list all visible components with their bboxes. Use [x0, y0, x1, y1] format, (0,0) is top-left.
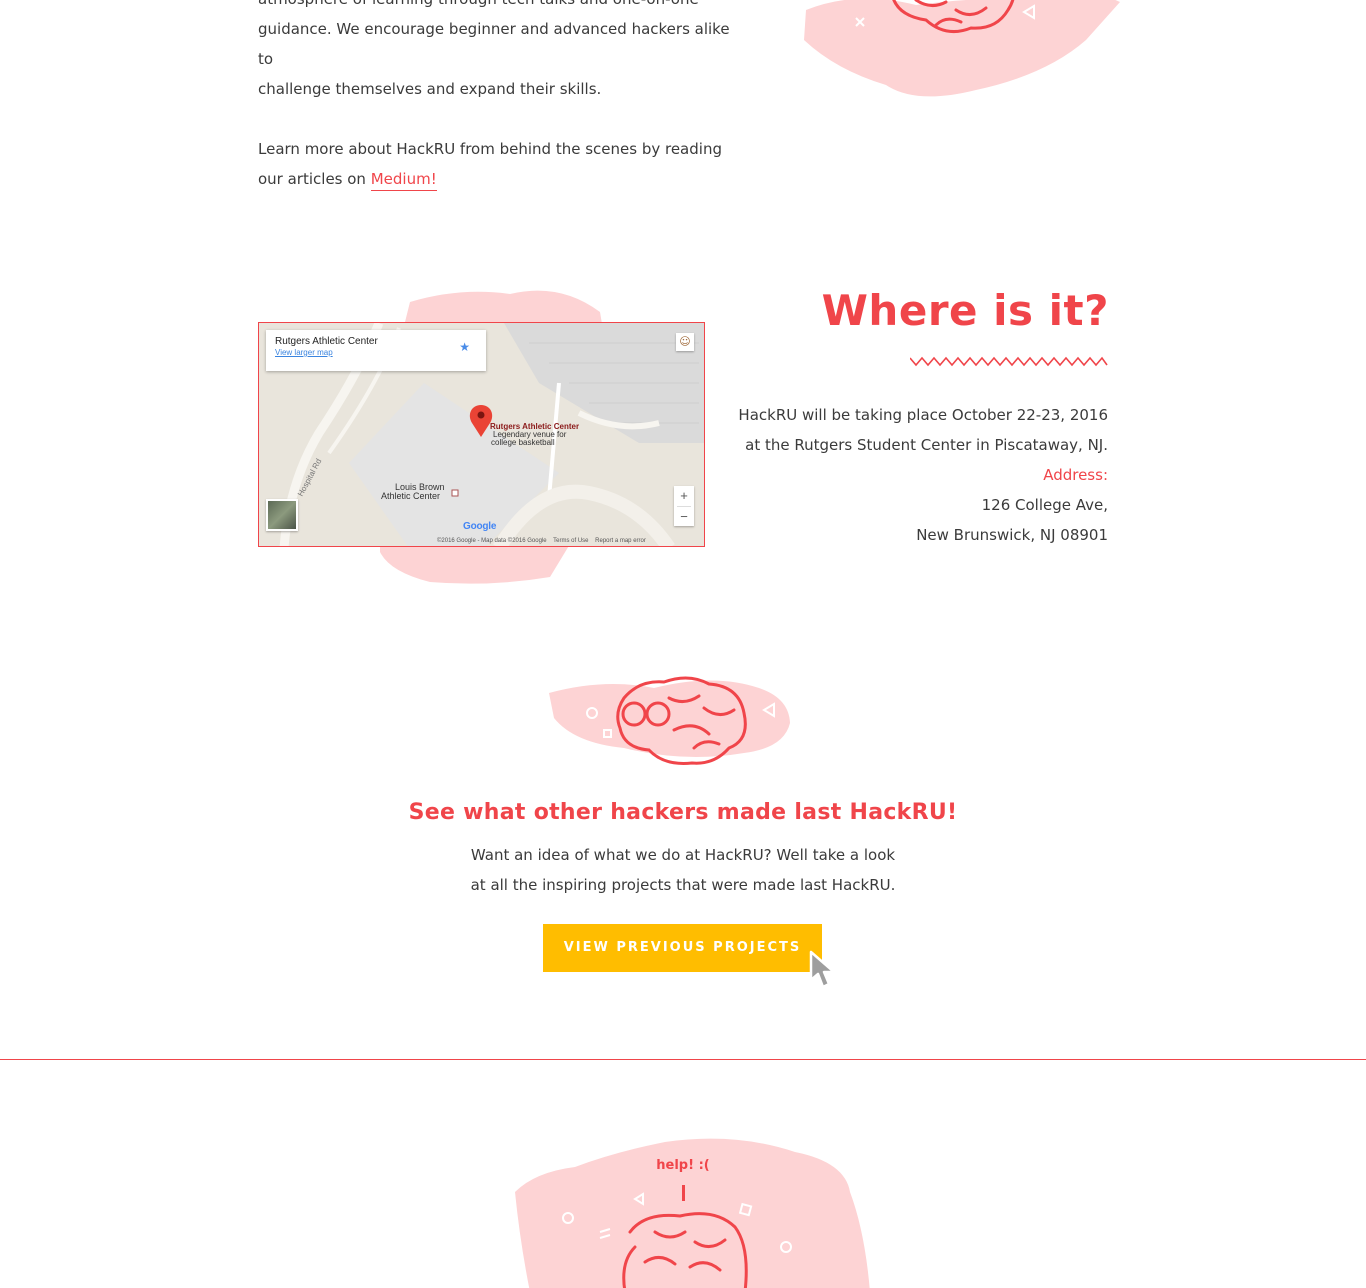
address-line-2: New Brunswick, NJ 08901: [916, 526, 1108, 544]
save-star-icon[interactable]: ★: [459, 340, 470, 354]
about-line: challenge themselves and expand their sk…: [258, 80, 602, 98]
projects-desc-line-1: Want an idea of what we do at HackRU? We…: [470, 846, 896, 864]
where-details: HackRU will be taking place October 22-2…: [678, 400, 1108, 550]
address-label: Address:: [1043, 466, 1108, 484]
terms-of-use-link[interactable]: Terms of Use: [553, 538, 588, 544]
google-logo: Google: [463, 521, 497, 532]
about-paragraph-1: atmosphere of learning through tech talk…: [258, 0, 738, 104]
projects-desc-line-2: at all the inspiring projects that were …: [470, 876, 896, 894]
marker-subtitle-2: college basketball: [491, 438, 555, 447]
map-copyright: ©2016 Google - Map data ©2016 Google: [437, 538, 547, 544]
help-splat: [515, 1138, 870, 1288]
about-medium-prefix: Learn more about HackRU from behind the …: [258, 140, 722, 188]
where-line-2: at the Rutgers Student Center in Piscata…: [745, 436, 1108, 454]
brain-splat-top: [804, 0, 1120, 97]
street-view-pegman-icon[interactable]: ☺: [676, 333, 694, 351]
projects-description: Want an idea of what we do at HackRU? We…: [0, 840, 1366, 900]
about-text-block: atmosphere of learning through tech talk…: [258, 0, 738, 224]
view-previous-projects-button[interactable]: VIEW PREVIOUS PROJECTS: [543, 924, 822, 972]
building-label-2: Athletic Center: [381, 491, 441, 501]
brain-icon: [549, 676, 790, 765]
map-info-card: Rutgers Athletic Center View larger map …: [266, 330, 486, 371]
about-paragraph-2: Learn more about HackRU from behind the …: [258, 134, 738, 194]
map-footer: ©2016 Google - Map data ©2016 Google Ter…: [437, 538, 646, 544]
where-title: Where is it?: [821, 286, 1109, 335]
projects-title: See what other hackers made last HackRU!: [408, 800, 958, 825]
help-speech-mark: [682, 1185, 685, 1201]
report-map-error-link[interactable]: Report a map error: [595, 538, 646, 544]
view-larger-map-link[interactable]: View larger map: [275, 348, 477, 357]
pointer-cursor-icon: [809, 950, 836, 989]
address-line-1: 126 College Ave,: [981, 496, 1108, 514]
about-line: atmosphere of learning through tech talk…: [258, 0, 699, 8]
help-speech-text: help! :(: [656, 1158, 710, 1173]
about-line: guidance. We encourage beginner and adva…: [258, 20, 730, 68]
section-divider: [0, 1059, 1366, 1060]
satellite-toggle-thumbnail[interactable]: [266, 499, 298, 531]
map-place-name: Rutgers Athletic Center: [275, 336, 378, 347]
building-label-1: Louis Brown: [395, 482, 445, 492]
zigzag-divider: [910, 356, 1108, 367]
location-map[interactable]: Rutgers Athletic Center View larger map …: [258, 322, 705, 547]
where-line-1: HackRU will be taking place October 22-2…: [738, 406, 1108, 424]
medium-link[interactable]: Medium!: [370, 170, 437, 191]
